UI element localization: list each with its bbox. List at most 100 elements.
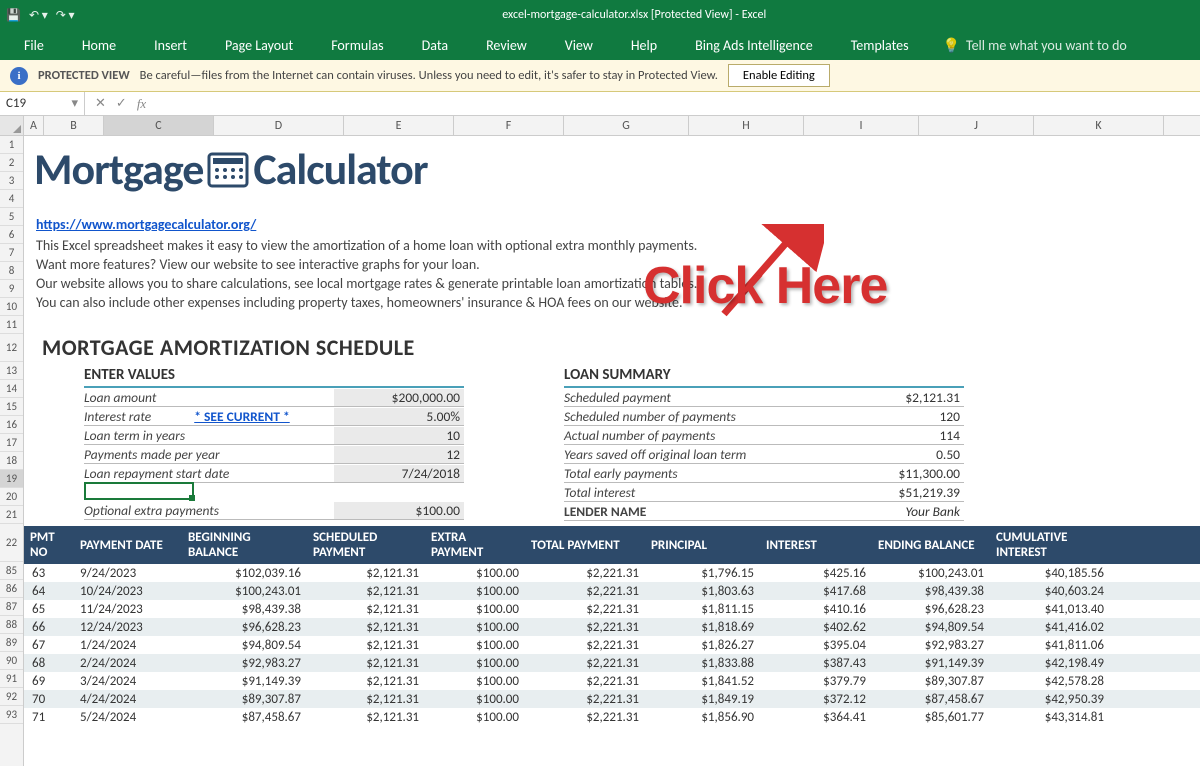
row-header[interactable]: 11 <box>0 316 23 334</box>
sheet-content[interactable]: MortgageCalculator https://www.mortgagec… <box>24 136 1200 766</box>
row-header[interactable]: 15 <box>0 398 23 416</box>
tab-templates[interactable]: Templates <box>837 33 923 58</box>
row-header[interactable]: 90 <box>0 652 23 670</box>
col-header-f[interactable]: F <box>454 116 564 135</box>
row-header[interactable]: 17 <box>0 434 23 452</box>
row-header[interactable]: 19 <box>0 470 23 488</box>
enable-editing-button[interactable]: Enable Editing <box>728 64 830 87</box>
col-header-e[interactable]: E <box>344 116 454 135</box>
row-header[interactable]: 87 <box>0 598 23 616</box>
table-row[interactable]: 6511/24/2023$98,439.38$2,121.31$100.00$2… <box>24 600 1200 618</box>
tab-file[interactable]: File <box>10 33 58 58</box>
row-header[interactable]: 6 <box>0 226 23 244</box>
row-header[interactable]: 91 <box>0 670 23 688</box>
table-row[interactable]: 639/24/2023$102,039.16$2,121.31$100.00$2… <box>24 564 1200 582</box>
table-cell: $100.00 <box>425 566 525 581</box>
table-cell: 71 <box>24 710 74 725</box>
column-headers: A B C D E F G H I J K <box>0 116 1200 136</box>
see-current-link[interactable]: * SEE CURRENT * <box>194 408 289 425</box>
tab-formulas[interactable]: Formulas <box>317 33 397 58</box>
input-value[interactable]: 12 <box>334 446 464 463</box>
enter-icon[interactable]: ✓ <box>116 96 127 111</box>
lender-value[interactable]: Your Bank <box>844 503 964 520</box>
table-cell: 69 <box>24 674 74 689</box>
table-row[interactable]: 6410/24/2023$100,243.01$2,121.31$100.00$… <box>24 582 1200 600</box>
table-cell: $100.00 <box>425 710 525 725</box>
table-row[interactable]: 6612/24/2023$96,628.23$2,121.31$100.00$2… <box>24 618 1200 636</box>
th-pmt-no: PMT NO <box>24 527 74 563</box>
lender-row: LENDER NAME Your Bank <box>564 502 964 521</box>
input-value[interactable]: 5.00% <box>334 408 464 425</box>
tab-review[interactable]: Review <box>472 33 541 58</box>
col-header-g[interactable]: G <box>564 116 689 135</box>
row-header[interactable]: 10 <box>0 298 23 316</box>
tab-data[interactable]: Data <box>408 33 462 58</box>
table-cell: $92,983.27 <box>182 656 307 671</box>
row-header[interactable]: 22 <box>0 524 23 562</box>
col-header-j[interactable]: J <box>919 116 1034 135</box>
formula-input[interactable] <box>156 102 1200 106</box>
row-header[interactable]: 16 <box>0 416 23 434</box>
tab-bing-ads[interactable]: Bing Ads Intelligence <box>681 33 827 58</box>
row-header[interactable]: 7 <box>0 244 23 262</box>
input-value[interactable]: $200,000.00 <box>334 389 464 406</box>
row-header[interactable]: 20 <box>0 488 23 506</box>
chevron-down-icon[interactable]: ▾ <box>71 96 78 111</box>
row-header[interactable]: 14 <box>0 380 23 398</box>
redo-icon[interactable]: ↷ ▾ <box>56 8 75 23</box>
row-header[interactable]: 3 <box>0 172 23 190</box>
active-cell-c19[interactable] <box>84 482 194 500</box>
col-header-d[interactable]: D <box>214 116 344 135</box>
intro-line: Our website allows you to share calculat… <box>36 274 697 293</box>
row-header[interactable]: 18 <box>0 452 23 470</box>
fx-icon[interactable]: fx <box>137 96 146 112</box>
input-value[interactable]: 10 <box>334 427 464 444</box>
row-header[interactable]: 5 <box>0 208 23 226</box>
row-header[interactable]: 1 <box>0 136 23 154</box>
table-row[interactable]: 671/24/2024$94,809.54$2,121.31$100.00$2,… <box>24 636 1200 654</box>
row-header[interactable]: 89 <box>0 634 23 652</box>
row-header[interactable]: 8 <box>0 262 23 280</box>
row-header[interactable]: 93 <box>0 706 23 724</box>
row-header[interactable]: 13 <box>0 362 23 380</box>
input-value[interactable]: 7/24/2018 <box>334 465 464 482</box>
row-header[interactable]: 86 <box>0 580 23 598</box>
col-header-h[interactable]: H <box>689 116 804 135</box>
table-cell: $402.62 <box>760 620 872 635</box>
row-header[interactable]: 2 <box>0 154 23 172</box>
table-row[interactable]: 704/24/2024$89,307.87$2,121.31$100.00$2,… <box>24 690 1200 708</box>
tab-home[interactable]: Home <box>68 33 130 58</box>
tab-view[interactable]: View <box>551 33 607 58</box>
col-header-i[interactable]: I <box>804 116 919 135</box>
tab-insert[interactable]: Insert <box>140 33 201 58</box>
tab-page-layout[interactable]: Page Layout <box>211 33 307 58</box>
table-cell: 68 <box>24 656 74 671</box>
row-header[interactable]: 85 <box>0 562 23 580</box>
tab-help[interactable]: Help <box>617 33 671 58</box>
col-header-k[interactable]: K <box>1034 116 1164 135</box>
title-bar: 💾 ↶ ▾ ↷ ▾ excel-mortgage-calculator.xlsx… <box>0 0 1200 30</box>
table-row[interactable]: 715/24/2024$87,458.67$2,121.31$100.00$2,… <box>24 708 1200 726</box>
undo-icon[interactable]: ↶ ▾ <box>29 8 48 23</box>
row-header[interactable]: 88 <box>0 616 23 634</box>
name-box[interactable]: C19 ▾ <box>0 92 85 115</box>
opt-extra-value[interactable]: $100.00 <box>334 502 464 519</box>
col-header-b[interactable]: B <box>44 116 104 135</box>
cancel-icon[interactable]: ✕ <box>95 96 106 111</box>
row-header[interactable]: 92 <box>0 688 23 706</box>
row-header[interactable]: 9 <box>0 280 23 298</box>
th-beginning-balance: BEGINNING BALANCE <box>182 527 307 563</box>
table-row[interactable]: 693/24/2024$91,149.39$2,121.31$100.00$2,… <box>24 672 1200 690</box>
table-cell: $2,221.31 <box>525 638 645 653</box>
row-header[interactable]: 21 <box>0 506 23 524</box>
select-all-corner[interactable] <box>0 116 24 135</box>
col-header-c[interactable]: C <box>104 116 214 135</box>
row-header[interactable]: 4 <box>0 190 23 208</box>
col-header-a[interactable]: A <box>24 116 44 135</box>
website-link[interactable]: https://www.mortgagecalculator.org/ <box>36 216 256 233</box>
save-icon[interactable]: 💾 <box>6 8 21 23</box>
table-row[interactable]: 682/24/2024$92,983.27$2,121.31$100.00$2,… <box>24 654 1200 672</box>
tell-me-search[interactable]: 💡 Tell me what you want to do <box>943 37 1127 54</box>
table-cell: $425.16 <box>760 566 872 581</box>
row-header[interactable]: 12 <box>0 334 23 362</box>
